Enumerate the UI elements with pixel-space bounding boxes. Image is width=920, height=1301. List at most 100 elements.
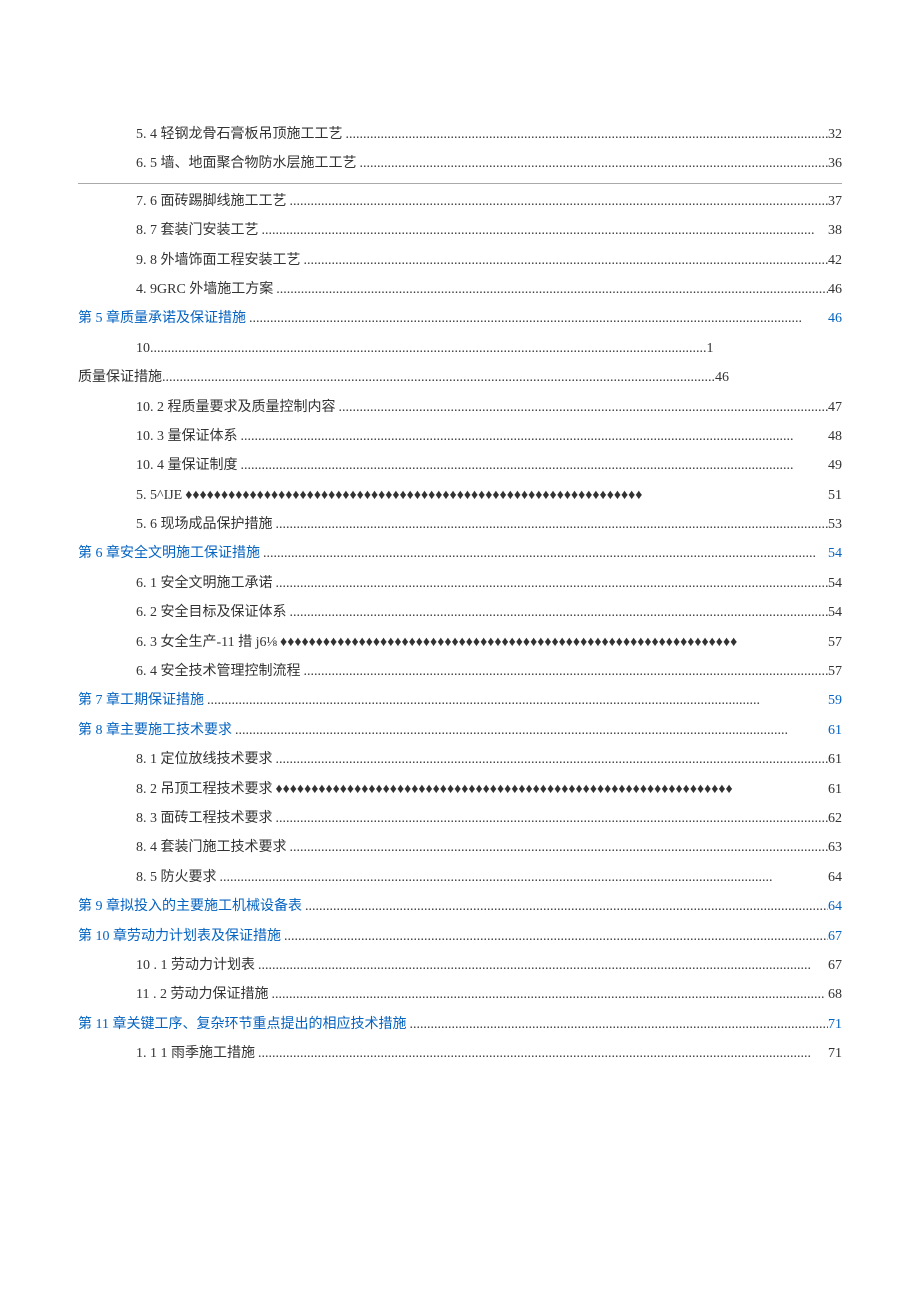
toc-leader: ........................................… <box>301 657 829 686</box>
toc-label: 5. 4 轻钢龙骨石膏板吊顶施工工艺 <box>136 120 343 149</box>
toc-label: 5. 6 现场成品保护措施 <box>136 510 273 539</box>
toc-label: 第 6 章安全文明施工保证措施 <box>78 539 260 568</box>
toc-page-number: 36 <box>828 149 842 178</box>
toc-entry: 10. 3 量保证体系 ............................… <box>78 422 842 451</box>
toc-page-number: 1 <box>707 334 714 363</box>
toc-entry: 8. 3 面砖工程技术要求...........................… <box>78 804 842 833</box>
toc-leader: ........................................… <box>301 246 829 275</box>
toc-label: 10. 3 量保证体系 <box>136 422 238 451</box>
toc-leader: ........................................… <box>273 745 829 774</box>
toc-leader: ........................................… <box>204 686 828 715</box>
toc-label: 第 10 章劳动力计划表及保证措施 <box>78 922 281 951</box>
toc-leader: ........................................… <box>273 569 829 598</box>
toc-entry: 5. 6 现场成品保护措施...........................… <box>78 510 842 539</box>
toc-leader: ........................................… <box>260 539 828 568</box>
toc-page-number: 53 <box>828 510 842 539</box>
toc-entry: 7. 6 面砖踢脚线施工工艺..........................… <box>78 187 842 216</box>
toc-entry: 8. 4 套装门施工技术要求..........................… <box>78 833 842 862</box>
toc-entry: 6. 1 安全文明施工承诺...........................… <box>78 569 842 598</box>
toc-label: 5. 5^IJE <box>136 481 182 510</box>
toc-leader: ........................................… <box>162 363 715 392</box>
toc-entry-wrapped: 10. ....................................… <box>78 334 842 393</box>
toc-label: 8. 2 吊顶工程技术要求 <box>136 775 273 804</box>
toc-label: 第 11 章关键工序、复杂环节重点提出的相应技术措施 <box>78 1010 406 1039</box>
toc-label: 11 . 2 劳动力保证措施 <box>136 980 268 1009</box>
toc-page-number: 68 <box>828 980 842 1009</box>
toc-label: 第 5 章质量承诺及保证措施 <box>78 304 246 333</box>
toc-page-number: 37 <box>828 187 842 216</box>
toc-page-number: 64 <box>828 892 842 921</box>
toc-page-number: 32 <box>828 120 842 149</box>
toc-page-number: 64 <box>828 863 842 892</box>
toc-entry: 6. 4 安全技术管理控制流程.........................… <box>78 657 842 686</box>
toc-chapter-link[interactable]: 第 11 章关键工序、复杂环节重点提出的相应技术措施 .............… <box>78 1010 842 1039</box>
toc-leader: ........................................… <box>273 804 829 833</box>
toc-leader: ........................................… <box>273 510 829 539</box>
toc-page-number: 61 <box>828 716 842 745</box>
toc-leader: ........................................… <box>343 120 829 149</box>
toc-label: 6. 4 安全技术管理控制流程 <box>136 657 301 686</box>
toc-entry: 5. 5^IJE♦♦♦♦♦♦♦♦♦♦♦♦♦♦♦♦♦♦♦♦♦♦♦♦♦♦♦♦♦♦♦♦… <box>78 481 842 510</box>
divider <box>78 183 842 184</box>
toc-leader: ........................................… <box>357 149 829 178</box>
toc-entry: 6. 5 墙、地面聚合物防水层施工工艺.....................… <box>78 149 842 178</box>
toc-label: 4. 9GRC 外墙施工方案 <box>136 275 273 304</box>
toc-leader: ........................................… <box>255 1039 828 1068</box>
toc-page-number: 51 <box>828 481 842 510</box>
toc-leader: ........................................… <box>287 598 829 627</box>
toc-label: 第 8 章主要施工技术要求 <box>78 716 232 745</box>
toc-page-number: 54 <box>828 569 842 598</box>
toc-page-number: 47 <box>828 393 842 422</box>
toc-leader: ........................................… <box>255 951 828 980</box>
toc-label: 7. 6 面砖踢脚线施工工艺 <box>136 187 287 216</box>
toc-label: 10. 4 量保证制度 <box>136 451 238 480</box>
toc-entry: 5. 4 轻钢龙骨石膏板吊顶施工工艺......................… <box>78 120 842 149</box>
toc-label: 第 9 章拟投入的主要施工机械设备表 <box>78 892 302 921</box>
toc-label: 8. 7 套装门安装工艺 <box>136 216 259 245</box>
toc-page-number: 38 <box>828 216 842 245</box>
toc-leader: ........................................… <box>268 980 828 1009</box>
toc-page-number: 67 <box>828 922 842 951</box>
toc-page-number: 67 <box>828 951 842 980</box>
toc-entry: 8. 1 定位放线技术要求...........................… <box>78 745 842 774</box>
toc-entry: 4. 9GRC 外墙施工方案 .........................… <box>78 275 842 304</box>
toc-entry: 8. 5 防火要求...............................… <box>78 863 842 892</box>
toc-entry: 8. 7 套装门安装工艺............................… <box>78 216 842 245</box>
toc-entry: 10. 2 程质量要求及质量控制内容 .....................… <box>78 393 842 422</box>
toc-entry: 6. 3 女全生产-11 措 j6⅛♦♦♦♦♦♦♦♦♦♦♦♦♦♦♦♦♦♦♦♦♦♦… <box>78 628 842 657</box>
toc-entry: 10. 4 量保证制度 ............................… <box>78 451 842 480</box>
toc-chapter-link[interactable]: 第 9 章拟投入的主要施工机械设备表......................… <box>78 892 842 921</box>
toc-label: 8. 4 套装门施工技术要求 <box>136 833 287 862</box>
toc-leader: ........................................… <box>259 216 829 245</box>
toc-chapter-link[interactable]: 第 5 章质量承诺及保证措施..........................… <box>78 304 842 333</box>
toc-leader: ........................................… <box>154 334 707 363</box>
toc-page-number: 49 <box>828 451 842 480</box>
toc-chapter-link[interactable]: 第 6 章安全文明施工保证措施.........................… <box>78 539 842 568</box>
toc-entry: 10 . 1 劳动力计划表 ..........................… <box>78 951 842 980</box>
toc-label: 6. 3 女全生产-11 措 j6⅛ <box>136 628 277 657</box>
toc-page-number: 63 <box>828 833 842 862</box>
toc-page-number: 59 <box>828 686 842 715</box>
toc-page-number: 62 <box>828 804 842 833</box>
toc-leader: ........................................… <box>238 451 829 480</box>
toc-list: 5. 4 轻钢龙骨石膏板吊顶施工工艺......................… <box>78 120 842 1069</box>
toc-leader: ........................................… <box>217 863 829 892</box>
toc-chapter-link[interactable]: 第 8 章主要施工技术要求...........................… <box>78 716 842 745</box>
toc-label: 10. <box>136 334 154 363</box>
toc-page-number: 46 <box>715 363 729 392</box>
toc-leader: ♦♦♦♦♦♦♦♦♦♦♦♦♦♦♦♦♦♦♦♦♦♦♦♦♦♦♦♦♦♦♦♦♦♦♦♦♦♦♦♦… <box>277 628 828 657</box>
toc-label: 1. 1 1 雨季施工措施 <box>136 1039 255 1068</box>
toc-page-number: 54 <box>828 539 842 568</box>
toc-page-number: 71 <box>828 1039 842 1068</box>
toc-page-number: 42 <box>828 246 842 275</box>
toc-leader: ........................................… <box>232 716 828 745</box>
toc-leader: ♦♦♦♦♦♦♦♦♦♦♦♦♦♦♦♦♦♦♦♦♦♦♦♦♦♦♦♦♦♦♦♦♦♦♦♦♦♦♦♦… <box>182 481 828 510</box>
toc-chapter-link[interactable]: 第 10 章劳动力计划表及保证措施 ......................… <box>78 922 842 951</box>
toc-entry: 1. 1 1 雨季施工措施...........................… <box>78 1039 842 1068</box>
toc-page-number: 46 <box>828 304 842 333</box>
toc-entry: 6. 2 安全目标及保证体系..........................… <box>78 598 842 627</box>
toc-leader: ♦♦♦♦♦♦♦♦♦♦♦♦♦♦♦♦♦♦♦♦♦♦♦♦♦♦♦♦♦♦♦♦♦♦♦♦♦♦♦♦… <box>273 775 829 804</box>
toc-chapter-link[interactable]: 第 7 章工期保证措施.............................… <box>78 686 842 715</box>
toc-label: 6. 5 墙、地面聚合物防水层施工工艺 <box>136 149 357 178</box>
toc-label: 6. 2 安全目标及保证体系 <box>136 598 287 627</box>
